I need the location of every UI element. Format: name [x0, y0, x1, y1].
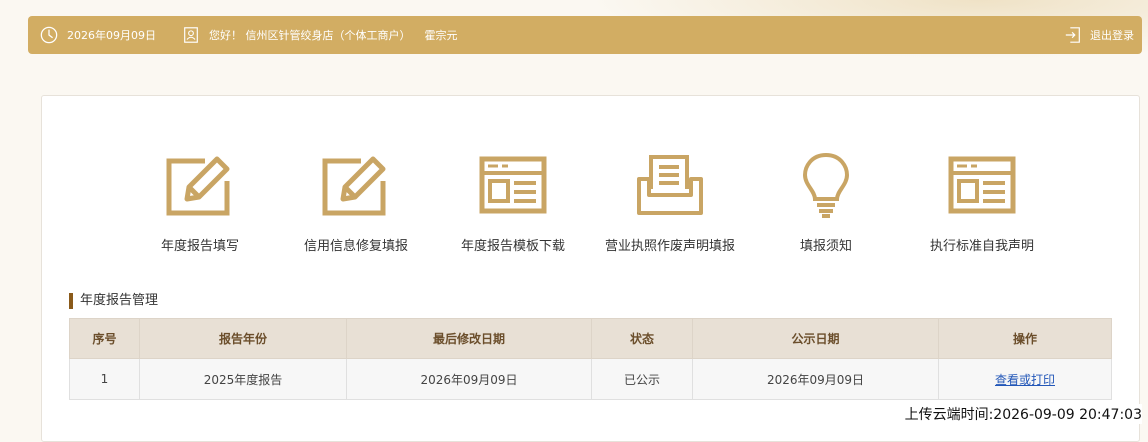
table-header-row: 序号 报告年份 最后修改日期 状态 公示日期 操作: [69, 318, 1112, 359]
col-header: 序号: [69, 318, 140, 359]
col-header: 最后修改日期: [346, 318, 592, 359]
view-print-link[interactable]: 查看或打印: [995, 373, 1055, 387]
greeting-text: 您好！ 信州区针管绞身店（个体工商户）: [209, 29, 411, 42]
cell-publish-date: 2026年09月09日: [692, 358, 939, 400]
cell-index: 1: [69, 358, 140, 400]
lightbulb-icon: [802, 152, 850, 218]
edit-icon: [166, 156, 230, 216]
menu-label: 年度报告填写: [160, 239, 239, 254]
menu-annual-report-fill[interactable]: 年度报告填写: [125, 151, 275, 254]
function-menu: 年度报告填写 信用信息修复填报 年度报告模板下载 营业执照作废声明填报 填报须知…: [42, 151, 1139, 261]
cell-action: 查看或打印: [938, 358, 1112, 400]
tray-icon: [637, 155, 703, 215]
menu-standard-declaration[interactable]: 执行标准自我声明: [907, 151, 1057, 254]
user-card-icon: [184, 27, 198, 43]
menu-label: 年度报告模板下载: [460, 239, 565, 254]
top-bar: 2026年09月09日 您好！ 信州区针管绞身店（个体工商户） 霍宗元 退出登录: [28, 16, 1142, 54]
cell-modified-date: 2026年09月09日: [346, 358, 592, 400]
menu-template-download[interactable]: 年度报告模板下载: [438, 151, 588, 254]
table-row: 1 2025年度报告 2026年09月09日 已公示 2026年09月09日 查…: [69, 358, 1112, 400]
annual-report-table: 序号 报告年份 最后修改日期 状态 公示日期 操作 1 2025年度报告 202…: [69, 318, 1112, 400]
clock-icon: [40, 26, 58, 44]
menu-license-void[interactable]: 营业执照作废声明填报: [595, 151, 745, 254]
menu-credit-repair[interactable]: 信用信息修复填报: [281, 151, 431, 254]
cell-report-year: 2025年度报告: [139, 358, 347, 400]
menu-label: 执行标准自我声明: [929, 239, 1034, 254]
col-header: 操作: [938, 318, 1112, 359]
section-title: 年度报告管理: [69, 293, 158, 309]
menu-label: 营业执照作废声明填报: [604, 239, 735, 254]
template-icon: [948, 156, 1016, 214]
current-date: 2026年09月09日: [67, 29, 156, 42]
logout-button[interactable]: 退出登录: [1064, 16, 1134, 54]
person-name: 霍宗元: [424, 29, 458, 42]
col-header: 公示日期: [692, 318, 939, 359]
logout-label: 退出登录: [1090, 29, 1134, 42]
main-panel: 年度报告填写 信用信息修复填报 年度报告模板下载 营业执照作废声明填报 填报须知…: [41, 95, 1140, 442]
logout-icon: [1065, 27, 1080, 43]
col-header: 报告年份: [139, 318, 347, 359]
template-icon: [479, 156, 547, 214]
menu-label: 填报须知: [799, 239, 852, 254]
edit-icon: [322, 156, 386, 216]
menu-label: 信用信息修复填报: [303, 239, 408, 254]
col-header: 状态: [591, 318, 693, 359]
cell-status: 已公示: [591, 358, 693, 400]
upload-time-text: 上传云端时间:2026-09-09 20:47:03: [904, 404, 1142, 424]
menu-filing-notice[interactable]: 填报须知: [751, 151, 901, 254]
